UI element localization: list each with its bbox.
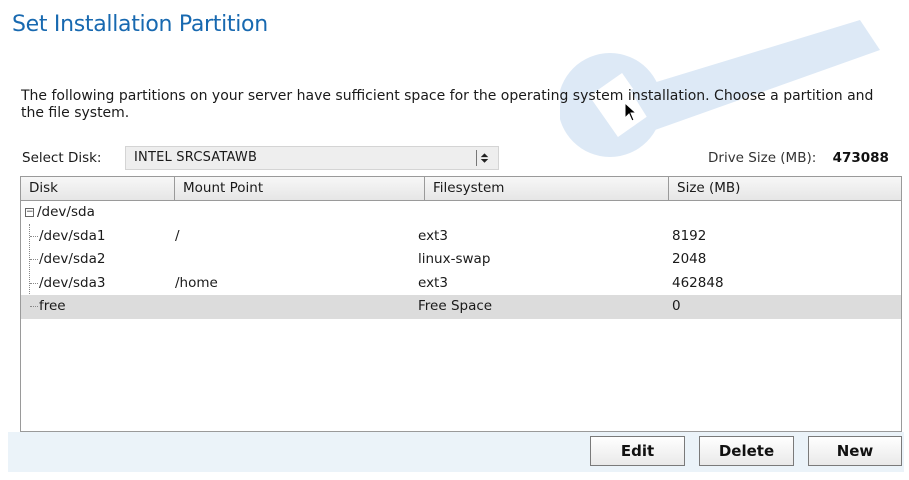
row-size: 2048 <box>672 251 707 267</box>
drive-size: Drive Size (MB): 473088 <box>708 150 889 166</box>
row-disk: /dev/sda1 <box>39 227 106 244</box>
partition-table: Disk Mount Point Filesystem Size (MB) − … <box>20 176 902 432</box>
collapse-icon[interactable]: − <box>25 208 34 217</box>
row-disk: /dev/sda3 <box>39 274 106 291</box>
row-size: 0 <box>672 298 681 314</box>
row-mount: /home <box>175 274 218 291</box>
row-size: 462848 <box>672 274 724 291</box>
table-row[interactable]: /dev/sda2 linux-swap 2048 <box>21 248 901 272</box>
select-updown-icon[interactable] <box>476 150 492 166</box>
row-mount: / <box>175 227 180 244</box>
tree-tick <box>30 259 38 260</box>
page-title: Set Installation Partition <box>12 12 268 37</box>
disk-select-value: INTEL SRCSATAWB <box>134 150 258 165</box>
row-filesystem: ext3 <box>418 274 448 291</box>
select-disk-label: Select Disk: <box>22 150 102 166</box>
drive-size-value: 473088 <box>832 150 889 166</box>
disk-select[interactable]: INTEL SRCSATAWB <box>125 146 499 170</box>
row-filesystem: linux-swap <box>418 251 491 267</box>
tree-tick <box>30 306 38 307</box>
column-header-size[interactable]: Size (MB) <box>669 177 901 201</box>
column-header-filesystem[interactable]: Filesystem <box>425 177 669 201</box>
row-disk: free <box>39 298 66 314</box>
mouse-pointer-icon <box>624 102 638 122</box>
table-body: − /dev/sda /dev/sda1 / ext3 8192 /dev/sd… <box>21 201 901 319</box>
tree-tick <box>30 235 38 237</box>
row-disk: /dev/sda2 <box>39 251 106 267</box>
tree-tick <box>30 282 38 284</box>
delete-button[interactable]: Delete <box>699 436 794 466</box>
installer-page: Set Installation Partition The following… <box>0 0 909 480</box>
root-disk-name: /dev/sda <box>37 204 95 220</box>
table-row[interactable]: /dev/sda3 /home ext3 462848 <box>21 272 901 296</box>
row-filesystem: ext3 <box>418 227 448 244</box>
table-row-selected[interactable]: free Free Space 0 <box>21 295 901 319</box>
drive-size-label: Drive Size (MB): <box>708 150 817 166</box>
row-size: 8192 <box>672 227 707 244</box>
edit-button[interactable]: Edit <box>590 436 685 466</box>
column-header-mount-point[interactable]: Mount Point <box>175 177 425 201</box>
table-row[interactable]: /dev/sda1 / ext3 8192 <box>21 225 901 249</box>
row-filesystem: Free Space <box>418 298 493 314</box>
page-description: The following partitions on your server … <box>21 88 874 121</box>
column-header-disk[interactable]: Disk <box>21 177 175 201</box>
tree-node-root[interactable]: − /dev/sda <box>21 201 901 225</box>
new-button[interactable]: New <box>808 436 902 466</box>
table-header: Disk Mount Point Filesystem Size (MB) <box>21 177 901 201</box>
